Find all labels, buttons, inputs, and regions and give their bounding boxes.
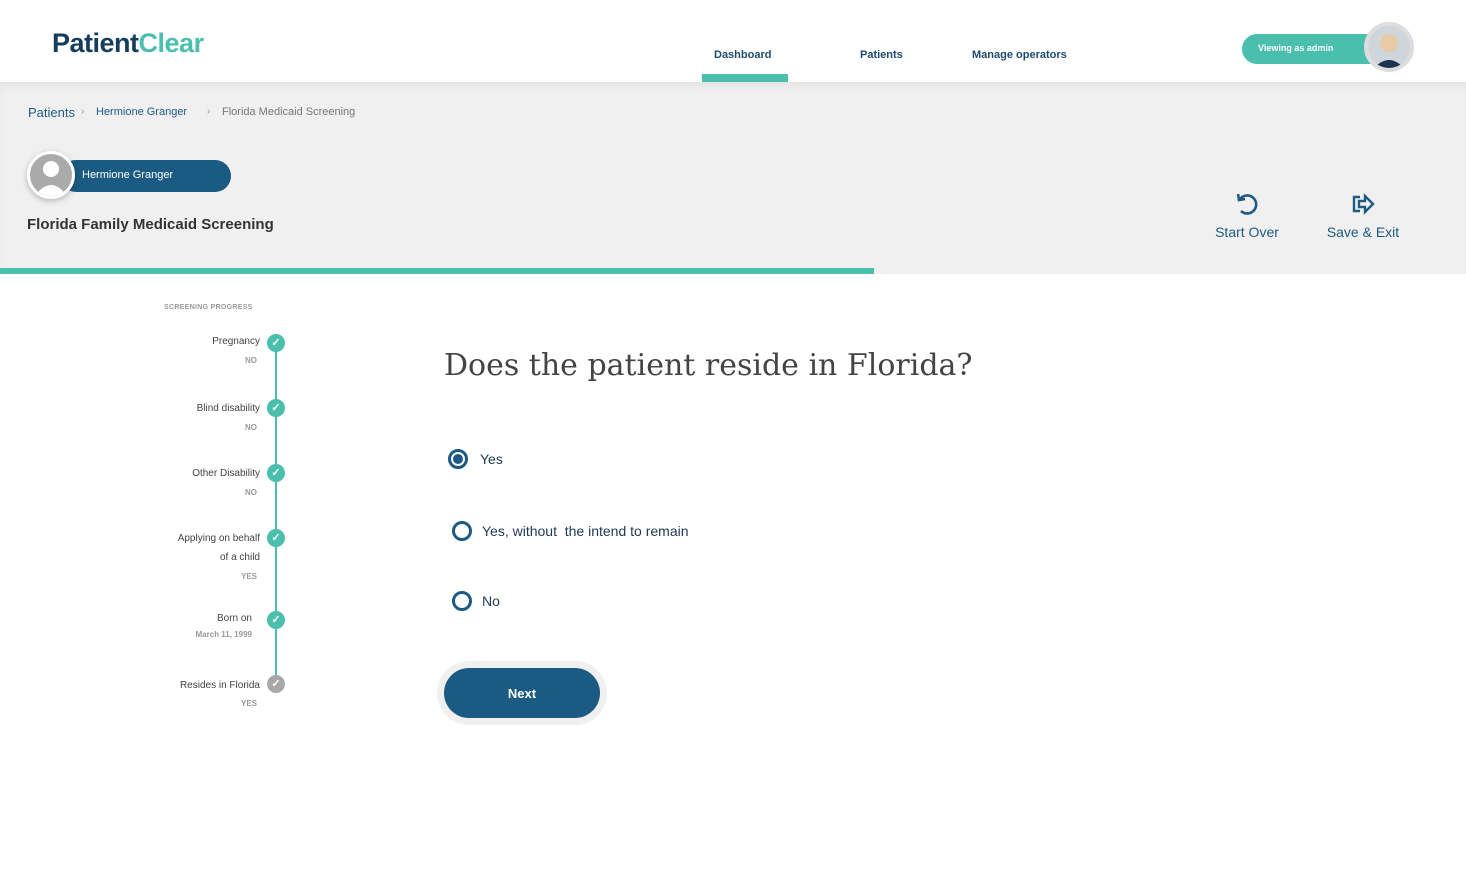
exit-icon bbox=[1352, 193, 1375, 215]
screening-progress-bar bbox=[0, 268, 874, 274]
option-no[interactable]: No bbox=[452, 591, 500, 611]
breadcrumb-patient[interactable]: Hermione Granger bbox=[96, 106, 187, 118]
check-icon: ✓ bbox=[267, 675, 285, 693]
nav-patients[interactable]: Patients bbox=[860, 49, 903, 61]
option-yes-without-intent[interactable]: Yes, without the intend to remain bbox=[452, 521, 689, 541]
patient-name-pill[interactable]: Hermione Granger bbox=[60, 160, 231, 192]
breadcrumb-patients[interactable]: Patients bbox=[28, 105, 75, 120]
nav-dashboard[interactable]: Dashboard bbox=[714, 49, 771, 61]
screening-title: Florida Family Medicaid Screening bbox=[27, 216, 274, 233]
save-exit-button[interactable]: Save & Exit bbox=[1324, 190, 1402, 240]
step-other-disability[interactable]: Other Disability NO bbox=[192, 464, 260, 502]
option-yes[interactable]: Yes bbox=[448, 449, 503, 469]
breadcrumb-current: Florida Medicaid Screening bbox=[222, 106, 356, 118]
screening-progress-heading: SCREENING PROGRESS bbox=[164, 304, 253, 311]
question-title: Does the patient reside in Florida? bbox=[444, 348, 973, 383]
step-applying-child[interactable]: Applying on behalf of a child YES bbox=[170, 529, 260, 586]
check-icon: ✓ bbox=[267, 611, 285, 629]
step-pregnancy[interactable]: Pregnancy NO bbox=[212, 332, 260, 370]
check-icon: ✓ bbox=[267, 464, 285, 482]
patient-avatar-icon bbox=[27, 151, 75, 199]
user-avatar[interactable] bbox=[1364, 22, 1414, 72]
step-blind-disability[interactable]: Blind disability NO bbox=[197, 399, 260, 437]
radio[interactable] bbox=[452, 521, 472, 541]
chevron-right-icon: › bbox=[207, 106, 211, 117]
logo[interactable]: PatientClear bbox=[52, 28, 204, 59]
radio-selected[interactable] bbox=[448, 449, 468, 469]
step-born-on[interactable]: Born on March 11, 1999 bbox=[196, 611, 260, 643]
check-icon: ✓ bbox=[267, 399, 285, 417]
radio[interactable] bbox=[452, 591, 472, 611]
start-over-button[interactable]: Start Over bbox=[1210, 190, 1284, 240]
next-button[interactable]: Next bbox=[444, 668, 600, 718]
check-icon: ✓ bbox=[267, 529, 285, 547]
nav-manage-operators[interactable]: Manage operators bbox=[972, 49, 1067, 61]
check-icon: ✓ bbox=[267, 334, 285, 352]
step-resides-florida[interactable]: Resides in Florida YES bbox=[180, 677, 260, 713]
undo-icon bbox=[1236, 193, 1258, 215]
chevron-right-icon: › bbox=[81, 106, 85, 117]
